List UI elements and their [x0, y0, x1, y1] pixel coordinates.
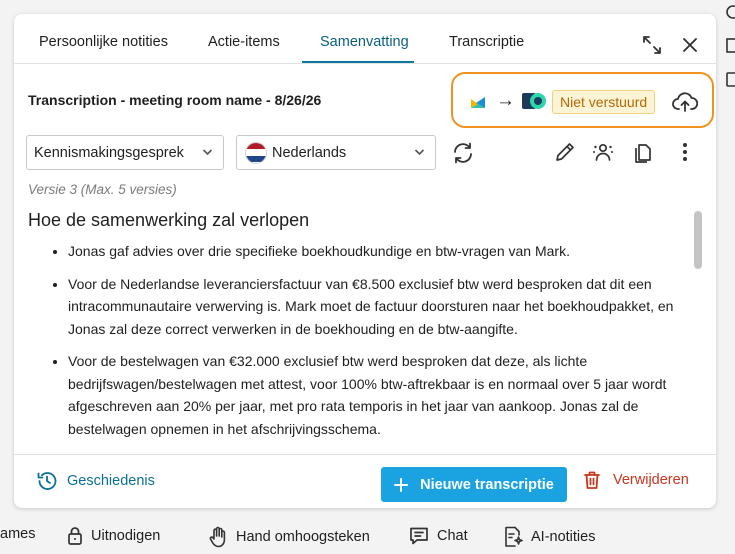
sync-arrow: → — [496, 90, 515, 111]
hand-icon — [209, 526, 226, 548]
speakers-icon[interactable] — [590, 139, 616, 165]
raise-hand-label: Hand omhoogsteken — [236, 529, 370, 545]
language-select[interactable]: Nederlands — [236, 135, 436, 170]
chat-icon — [410, 527, 428, 545]
history-icon — [37, 472, 57, 490]
meeting-toolbar: ames Uitnodigen Hand omhoogsteken Chat A… — [0, 518, 735, 554]
plus-icon — [394, 477, 409, 492]
copy-icon[interactable] — [631, 140, 655, 164]
new-transcription-label: Nieuwe transcriptie — [420, 476, 554, 493]
scrollbar-thumb[interactable] — [694, 211, 702, 269]
source-app-icon — [470, 94, 490, 115]
lock-icon — [68, 527, 82, 545]
edit-pencil-icon[interactable] — [553, 140, 577, 164]
right-edge-toolbar — [723, 0, 735, 120]
close-icon[interactable] — [679, 34, 701, 56]
delete-label: Verwijderen — [613, 472, 689, 488]
ai-notes-button[interactable]: AI-notities — [503, 526, 595, 548]
upload-cloud-icon[interactable] — [671, 90, 699, 114]
more-options-icon[interactable] — [673, 140, 697, 164]
version-info: Versie 3 (Max. 5 versies) — [28, 182, 177, 197]
history-label: Geschiedenis — [67, 473, 155, 489]
delete-button[interactable]: Verwijderen — [583, 470, 689, 490]
summary-heading: Hoe de samenwerking zal verlopen — [28, 210, 310, 230]
refresh-icon[interactable] — [450, 140, 476, 166]
partial-icon — [726, 72, 735, 87]
chevron-down-icon — [202, 149, 213, 156]
netherlands-flag-icon — [245, 141, 267, 164]
list-item: Voor de bestelwagen van €32.000 exclusie… — [68, 350, 698, 440]
tab-transcription[interactable]: Transcriptie — [449, 34, 524, 50]
partial-icon — [726, 38, 735, 53]
meeting-title: Transcription - meeting room name - 8/26… — [28, 92, 322, 108]
status-badge: Niet verstuurd — [552, 90, 656, 114]
games-label: ames — [0, 526, 36, 542]
expand-icon[interactable] — [640, 33, 664, 57]
list-item: Jonas gaf advies over drie specifieke bo… — [68, 240, 698, 263]
list-item: Voor de Nederlandse leveranciersfactuur … — [68, 273, 698, 341]
active-tab-indicator — [302, 61, 414, 63]
tab-bar: Persoonlijke notities Actie-items Samenv… — [14, 14, 716, 64]
summary-content: Hoe de samenwerking zal verlopen Jonas g… — [28, 208, 698, 448]
summary-list: Jonas gaf advies over drie specifieke bo… — [28, 240, 698, 440]
tab-summary[interactable]: Samenvatting — [320, 34, 409, 50]
template-select[interactable]: Kennismakingsgesprek — [26, 135, 224, 170]
trash-icon — [584, 471, 600, 489]
chevron-down-icon — [414, 149, 425, 156]
invite-button[interactable]: Uitnodigen — [67, 526, 160, 546]
notes-panel: Persoonlijke notities Actie-items Samenv… — [14, 14, 716, 508]
panel-footer: Geschiedenis Nieuwe transcriptie Verwijd… — [14, 454, 716, 508]
invite-label: Uitnodigen — [91, 528, 161, 544]
chat-button[interactable]: Chat — [409, 526, 468, 546]
games-button[interactable]: ames — [0, 526, 35, 542]
template-select-value: Kennismakingsgesprek — [34, 144, 184, 161]
raise-hand-button[interactable]: Hand omhoogsteken — [208, 526, 370, 548]
tab-personal-notes[interactable]: Persoonlijke notities — [39, 34, 168, 50]
history-button[interactable]: Geschiedenis — [36, 470, 155, 492]
chat-label: Chat — [437, 528, 468, 544]
tab-action-items[interactable]: Actie-items — [208, 34, 280, 50]
partial-icon — [726, 5, 735, 19]
language-select-value: Nederlands — [272, 144, 347, 161]
ai-notes-label: AI-notities — [531, 529, 596, 545]
ai-notes-icon — [505, 526, 523, 547]
new-transcription-button[interactable]: Nieuwe transcriptie — [381, 467, 567, 502]
target-app-icon — [522, 92, 546, 115]
